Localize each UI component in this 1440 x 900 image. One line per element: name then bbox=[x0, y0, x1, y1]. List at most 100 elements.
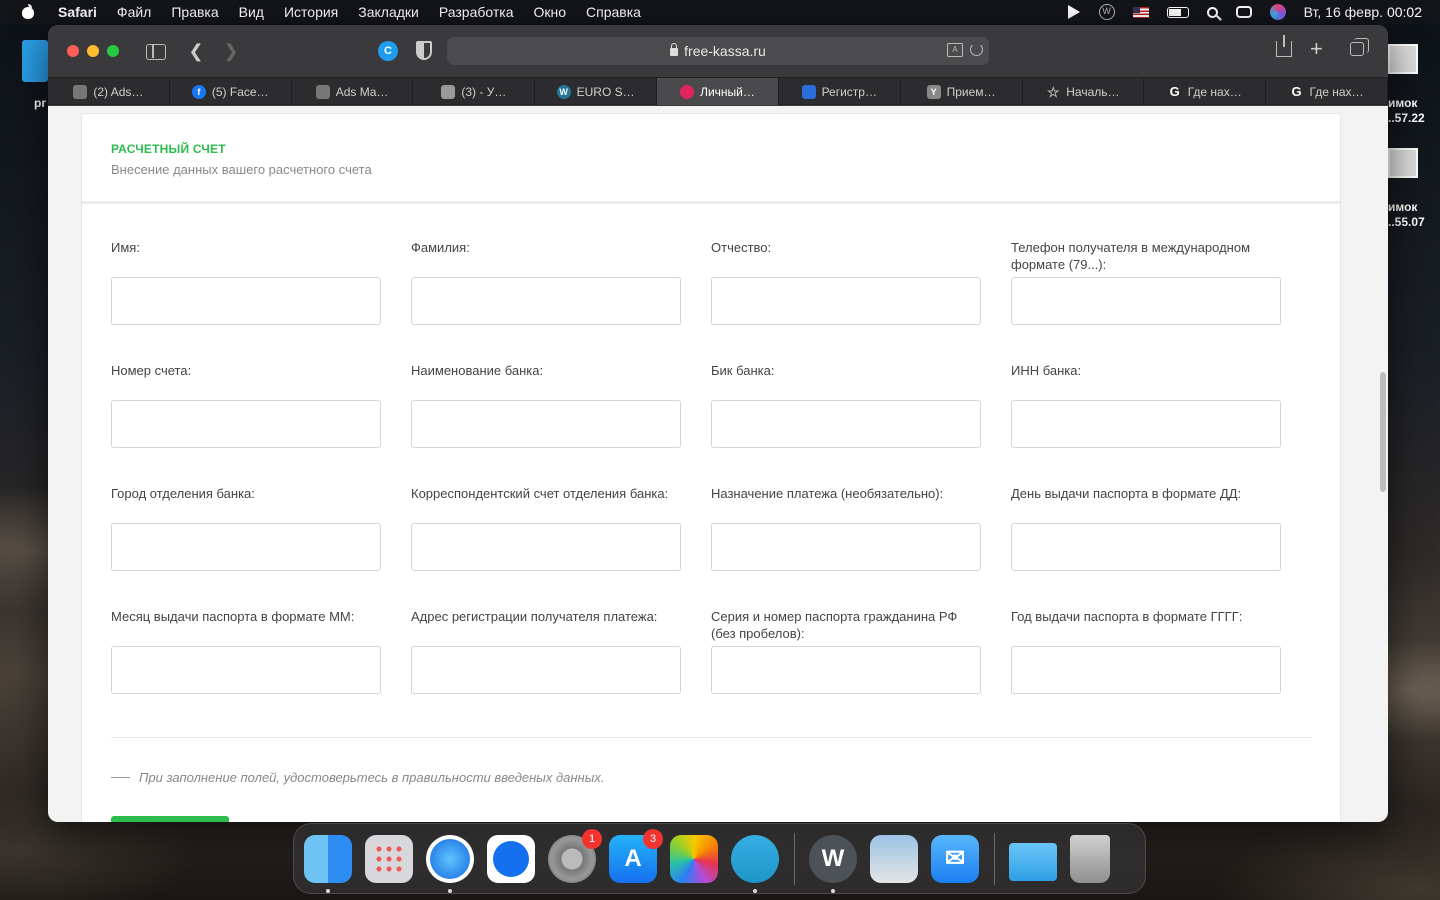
browser-tab[interactable]: (3) - У… bbox=[413, 78, 536, 105]
fullscreen-window-button[interactable] bbox=[107, 45, 119, 57]
menu-view[interactable]: Вид bbox=[239, 4, 264, 20]
tab-overview-icon[interactable] bbox=[1350, 38, 1369, 56]
mail-icon[interactable]: ✉ bbox=[931, 834, 979, 883]
browser-tab[interactable]: ☆ Началь… bbox=[1023, 78, 1145, 105]
registration-address-input[interactable] bbox=[411, 646, 681, 694]
submit-button[interactable] bbox=[111, 816, 229, 822]
browser-tab[interactable]: G Где нах… bbox=[1144, 78, 1267, 105]
desktop-screenshot-label: имок ..57.22 bbox=[1388, 96, 1425, 125]
browser-tab[interactable]: (2) Ads… bbox=[48, 78, 170, 105]
minimize-window-button[interactable] bbox=[87, 45, 99, 57]
menu-help[interactable]: Справка bbox=[586, 4, 641, 20]
downloads-folder-icon[interactable] bbox=[1009, 842, 1057, 881]
address-bar-url: free-kassa.ru bbox=[684, 43, 766, 59]
wclient-glyph: W bbox=[821, 844, 845, 872]
safari-toolbar: ❮ ❯ C free-kassa.ru A + bbox=[48, 25, 1388, 77]
sidebar-toggle-icon[interactable] bbox=[144, 39, 168, 63]
desktop-folder-icon[interactable] bbox=[22, 40, 48, 82]
launchpad-icon[interactable] bbox=[365, 834, 413, 883]
form-note: При заполнение полей, удостоверьтесь в п… bbox=[111, 770, 604, 785]
browser-tab[interactable]: Y Прием… bbox=[901, 78, 1023, 105]
field-phone: Телефон получателя в международном форма… bbox=[1011, 239, 1281, 362]
field-label: Назначение платежа (необязательно): bbox=[711, 486, 944, 501]
telegram-icon[interactable] bbox=[731, 834, 779, 893]
menu-history[interactable]: История bbox=[284, 4, 338, 20]
tab-label: (5) Face… bbox=[211, 84, 269, 99]
passport-number-input[interactable] bbox=[711, 646, 981, 694]
form-divider bbox=[111, 737, 1312, 738]
tab-label: (2) Ads… bbox=[93, 84, 144, 99]
field-label: Бик банка: bbox=[711, 363, 775, 378]
forward-arrow-icon[interactable]: ❯ bbox=[219, 39, 243, 63]
control-center-icon[interactable] bbox=[1235, 6, 1252, 18]
wclient-icon[interactable]: W bbox=[809, 834, 857, 893]
translate-icon[interactable]: A bbox=[947, 43, 963, 57]
ads-icon bbox=[315, 84, 330, 99]
correspondent-account-input[interactable] bbox=[411, 523, 681, 571]
field-last-name: Фамилия: bbox=[411, 239, 681, 362]
safari-icon[interactable] bbox=[426, 834, 474, 893]
siri-icon[interactable] bbox=[1269, 4, 1286, 20]
field-label: Наименование банка: bbox=[411, 363, 544, 378]
bank-city-input[interactable] bbox=[111, 523, 381, 571]
field-payment-purpose: Назначение платежа (необязательно): bbox=[711, 485, 981, 608]
browser-tab[interactable]: Ads Ma… bbox=[292, 78, 414, 105]
browser-tab[interactable]: G Где нах… bbox=[1266, 78, 1388, 105]
close-window-button[interactable] bbox=[67, 45, 79, 57]
photos-icon[interactable] bbox=[670, 834, 718, 883]
menu-file[interactable]: Файл bbox=[117, 4, 151, 20]
privacy-shield-icon[interactable] bbox=[416, 41, 432, 60]
menu-edit[interactable]: Правка bbox=[171, 4, 218, 20]
preview-icon[interactable] bbox=[870, 834, 918, 883]
first-name-input[interactable] bbox=[111, 277, 381, 325]
app-store-icon[interactable]: A3 bbox=[609, 828, 663, 883]
page-scrollbar[interactable] bbox=[1380, 372, 1386, 492]
browser-tab[interactable]: f (5) Face… bbox=[170, 78, 292, 105]
passport-year-input[interactable] bbox=[1011, 646, 1281, 694]
apple-menu-icon[interactable] bbox=[20, 4, 38, 20]
desktop-screenshot-icon[interactable] bbox=[1388, 148, 1418, 178]
browser-tab-active[interactable]: Личный… bbox=[657, 78, 779, 105]
account-number-input[interactable] bbox=[111, 400, 381, 448]
field-bank-bik: Бик банка: bbox=[711, 362, 981, 485]
wclient-status-icon[interactable]: W bbox=[1098, 4, 1115, 20]
payment-purpose-input[interactable] bbox=[711, 523, 981, 571]
battery-icon[interactable] bbox=[1166, 6, 1189, 18]
menu-app-name[interactable]: Safari bbox=[58, 4, 97, 20]
field-label: Отчество: bbox=[711, 240, 772, 255]
browser-tab[interactable]: Регистр… bbox=[779, 78, 901, 105]
dock-separator bbox=[994, 832, 995, 885]
patronymic-input[interactable] bbox=[711, 277, 981, 325]
spotlight-search-icon[interactable] bbox=[1206, 6, 1218, 18]
browser-tab[interactable]: W EURO S… bbox=[535, 78, 658, 105]
bank-bik-input[interactable] bbox=[711, 400, 981, 448]
phone-input[interactable] bbox=[1011, 277, 1281, 325]
extension-icon[interactable]: C bbox=[378, 41, 398, 61]
share-icon[interactable] bbox=[1276, 35, 1292, 57]
field-bank-city: Город отделения банка: bbox=[111, 485, 381, 608]
teamviewer-icon[interactable] bbox=[487, 834, 535, 883]
menu-bookmarks[interactable]: Закладки bbox=[358, 4, 419, 20]
bank-name-input[interactable] bbox=[411, 400, 681, 448]
menu-develop[interactable]: Разработка bbox=[439, 4, 514, 20]
telegram-status-icon[interactable] bbox=[1067, 5, 1080, 19]
bank-inn-input[interactable] bbox=[1011, 400, 1281, 448]
field-label: Адрес регистрации получателя платежа: bbox=[411, 609, 658, 624]
safari-window: ❮ ❯ C free-kassa.ru A + (2) Ads… f (5) Fa… bbox=[48, 25, 1388, 822]
input-source-flag-icon[interactable] bbox=[1132, 6, 1149, 18]
running-indicator bbox=[448, 888, 452, 893]
menu-clock[interactable]: Вт, 16 февр. 00:02 bbox=[1304, 4, 1422, 20]
back-arrow-icon[interactable]: ❮ bbox=[184, 39, 208, 63]
menu-window[interactable]: Окно bbox=[533, 4, 566, 20]
passport-day-input[interactable] bbox=[1011, 523, 1281, 571]
trash-icon[interactable] bbox=[1070, 834, 1110, 883]
reload-icon[interactable] bbox=[970, 43, 983, 56]
passport-month-input[interactable] bbox=[111, 646, 381, 694]
desktop-screenshot-icon[interactable] bbox=[1388, 44, 1418, 74]
system-preferences-icon[interactable]: 1 bbox=[548, 828, 602, 883]
last-name-input[interactable] bbox=[411, 277, 681, 325]
new-tab-icon[interactable]: + bbox=[1310, 36, 1323, 62]
finder-icon[interactable] bbox=[304, 834, 352, 893]
address-bar[interactable]: free-kassa.ru A bbox=[447, 37, 989, 65]
field-label: Серия и номер паспорта гражданина РФ (бе… bbox=[711, 609, 958, 641]
